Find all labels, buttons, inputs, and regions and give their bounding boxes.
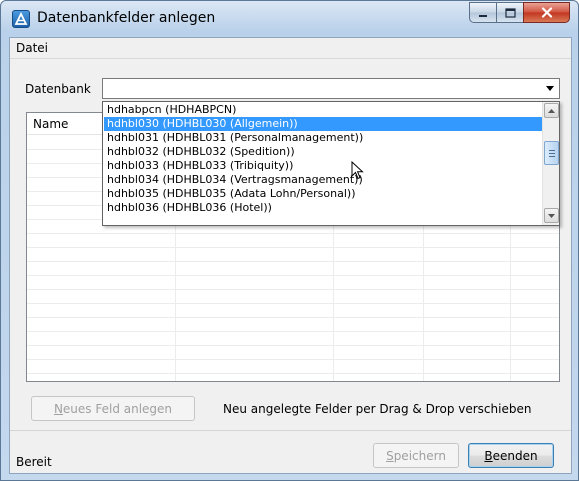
scroll-thumb[interactable]	[544, 141, 559, 165]
maximize-button[interactable]	[496, 2, 523, 23]
grid-row-line	[27, 331, 559, 332]
close-icon	[541, 7, 552, 18]
dropdown-option-selected[interactable]: hdhbl030 (HDHBL030 (Allgemein))	[104, 117, 543, 131]
database-dropdown-list[interactable]: hdhabpcn (HDHABPCN) hdhbl030 (HDHBL030 (…	[102, 101, 560, 226]
close-button[interactable]: Beenden	[468, 443, 554, 468]
menu-datei[interactable]: Datei	[14, 41, 50, 55]
status-text: Bereit	[16, 455, 52, 469]
new-field-label: eues Feld anlegen	[62, 401, 173, 416]
database-label: Datenbank	[25, 82, 91, 96]
grid-row-line	[27, 275, 559, 276]
drag-drop-hint: Neu angelegte Felder per Drag & Drop ver…	[223, 402, 532, 416]
save-accel: S	[386, 448, 394, 463]
dropdown-option[interactable]: hdhbl033 (HDHBL033 (Tribiquity))	[104, 159, 543, 173]
grid-row-line	[27, 289, 559, 290]
close-label: eenden	[492, 448, 538, 463]
column-header-name[interactable]: Name	[33, 117, 68, 131]
grid-row-line	[27, 233, 559, 234]
grid-row-line	[27, 303, 559, 304]
grid-row-line	[27, 345, 559, 346]
combo-dropdown-button[interactable]	[541, 80, 558, 97]
chevron-down-icon	[545, 86, 554, 91]
grid-row-line	[27, 317, 559, 318]
chevron-up-icon	[548, 108, 555, 113]
app-window: Datenbankfelder anlegen Datei Datenbank …	[0, 0, 579, 481]
dropdown-option[interactable]: hdhabpcn (HDHABPCN)	[104, 103, 543, 117]
minimize-button[interactable]	[469, 2, 496, 23]
window-title: Datenbankfelder anlegen	[37, 10, 216, 26]
grid-row-line	[27, 261, 559, 262]
grid-row-line	[27, 359, 559, 360]
grid-row-line	[27, 373, 559, 374]
menu-bar: Datei	[10, 38, 571, 59]
scroll-down-button[interactable]	[544, 208, 559, 223]
close-accel: B	[484, 448, 493, 463]
new-field-button[interactable]: Neues Feld anlegen	[31, 396, 195, 421]
mouse-pointer-icon	[351, 161, 364, 180]
chevron-down-icon	[548, 213, 555, 218]
dropdown-option[interactable]: hdhbl035 (HDHBL035 (Adata Lohn/Personal)…	[104, 187, 543, 201]
scroll-up-button[interactable]	[544, 103, 559, 118]
window-controls	[469, 2, 570, 24]
dropdown-option[interactable]: hdhbl036 (HDHBL036 (Hotel))	[104, 201, 543, 215]
dropdown-option[interactable]: hdhbl031 (HDHBL031 (Personalmanagement))	[104, 131, 543, 145]
status-separator	[10, 430, 571, 431]
minimize-icon	[479, 14, 487, 17]
client-area: Datei Datenbank Name hdhabpcn (HDHABPCN)…	[9, 37, 572, 474]
dropdown-scrollbar[interactable]	[542, 102, 559, 225]
app-logo-icon[interactable]	[12, 10, 30, 28]
dropdown-option[interactable]: hdhbl032 (HDHBL032 (Spedition))	[104, 145, 543, 159]
maximize-icon	[504, 7, 516, 18]
save-button[interactable]: Speichern	[373, 443, 459, 468]
grid-row-line	[27, 247, 559, 248]
title-bar[interactable]: Datenbankfelder anlegen	[1, 1, 578, 37]
dropdown-option[interactable]: hdhbl034 (HDHBL034 (Vertragsmanagement))	[104, 173, 543, 187]
database-combobox[interactable]	[102, 78, 560, 99]
close-window-button[interactable]	[523, 2, 570, 23]
new-field-accel: N	[53, 401, 63, 416]
save-label: peichern	[393, 448, 446, 463]
